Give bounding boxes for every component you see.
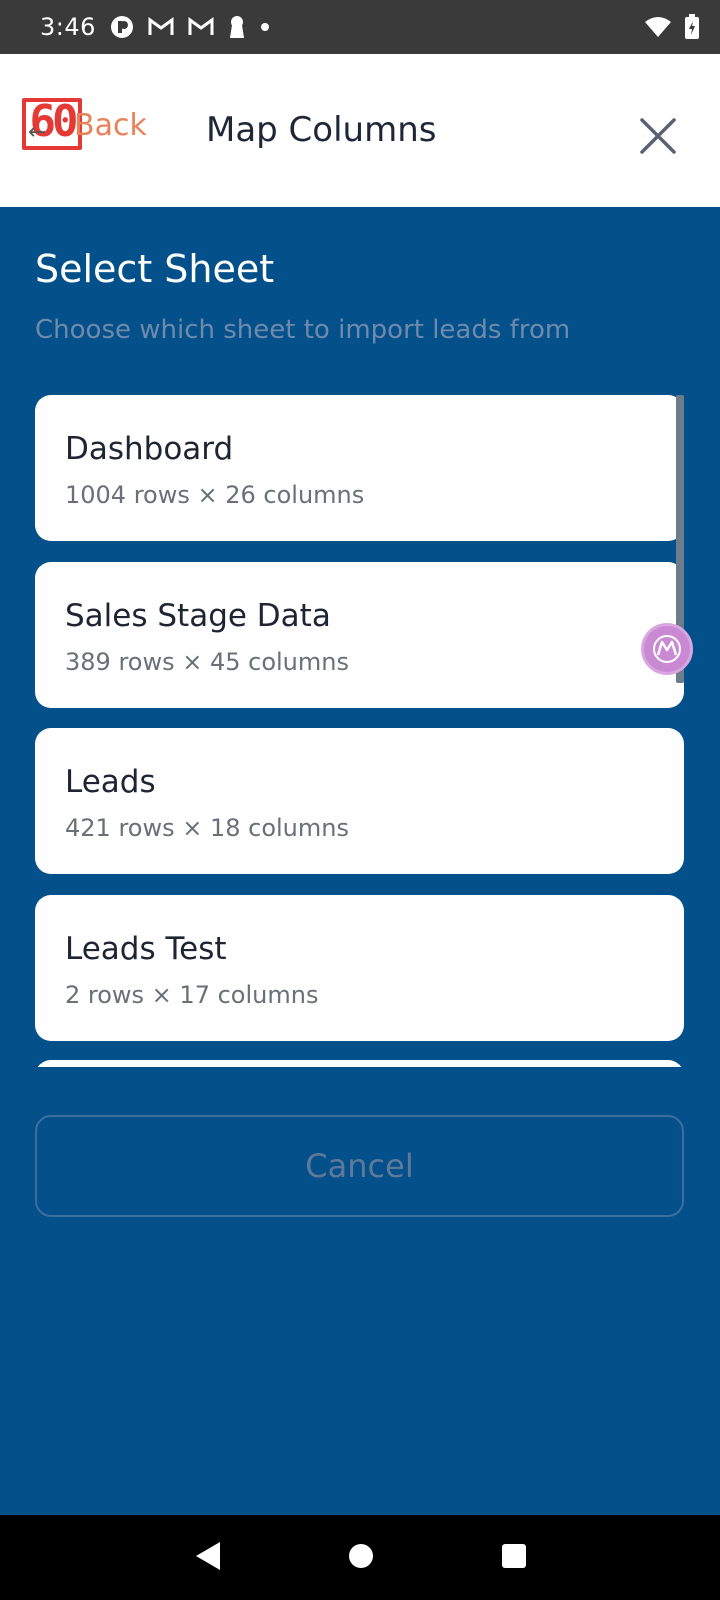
floating-assistant-button[interactable] xyxy=(641,623,693,675)
sheet-card-leads[interactable]: Leads 421 rows × 18 columns xyxy=(35,728,684,874)
app-icon xyxy=(110,15,134,39)
sheet-name: Sales Stage Data xyxy=(65,598,331,634)
status-time: 3:46 xyxy=(40,13,96,41)
dot-icon xyxy=(260,22,270,32)
system-nav-bar xyxy=(0,1515,720,1600)
close-icon xyxy=(640,118,676,154)
sheet-card-sales-stage-data[interactable]: Sales Stage Data 389 rows × 45 columns xyxy=(35,562,684,708)
status-system-icons xyxy=(644,14,700,40)
sheet-card-partial[interactable] xyxy=(35,1060,684,1067)
sheet-meta: 389 rows × 45 columns xyxy=(65,648,349,676)
status-bar: 3:46 xyxy=(0,0,720,54)
sheet-list[interactable]: Dashboard 1004 rows × 26 columns Sales S… xyxy=(35,395,685,1067)
home-icon[interactable] xyxy=(347,1542,375,1574)
battery-icon xyxy=(684,14,700,40)
motorola-logo-icon xyxy=(653,635,681,663)
sheet-card-leads-test[interactable]: Leads Test 2 rows × 17 columns xyxy=(35,895,684,1041)
close-button[interactable] xyxy=(636,114,680,158)
sheet-card-dashboard[interactable]: Dashboard 1004 rows × 26 columns xyxy=(35,395,684,541)
back-arrow-icon: ← xyxy=(28,120,47,145)
section-title: Select Sheet xyxy=(35,247,275,291)
back-icon[interactable] xyxy=(192,1540,222,1576)
gmail-icon xyxy=(188,17,214,37)
page-title: Map Columns xyxy=(206,110,437,150)
app-header: 60 ← Back Map Columns xyxy=(0,54,720,207)
sheet-name: Leads Test xyxy=(65,931,227,967)
wifi-icon xyxy=(644,16,672,38)
recents-icon[interactable] xyxy=(500,1542,528,1574)
sheet-meta: 2 rows × 17 columns xyxy=(65,981,319,1009)
keyhole-icon xyxy=(228,15,246,39)
sheet-name: Dashboard xyxy=(65,431,234,467)
cancel-button[interactable]: Cancel xyxy=(35,1115,684,1217)
back-label: Back xyxy=(74,108,147,143)
main-content: Select Sheet Choose which sheet to impor… xyxy=(0,207,720,1515)
section-subtitle: Choose which sheet to import leads from xyxy=(35,315,571,345)
sheet-meta: 421 rows × 18 columns xyxy=(65,814,349,842)
sheet-name: Leads xyxy=(65,764,156,800)
gmail-icon xyxy=(148,17,174,37)
back-button[interactable]: 60 ← Back xyxy=(22,96,152,158)
sheet-meta: 1004 rows × 26 columns xyxy=(65,481,365,509)
status-notification-icons xyxy=(110,15,270,39)
